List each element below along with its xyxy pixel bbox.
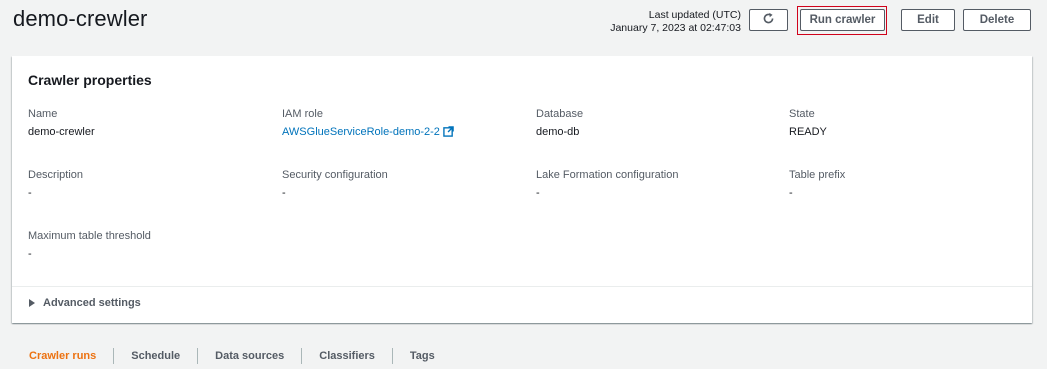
field-label: Database xyxy=(536,108,584,120)
field-security-configuration: Security configuration - xyxy=(282,168,388,201)
field-value: - xyxy=(28,187,32,199)
field-name: Name demo-crewler xyxy=(28,107,95,140)
field-description: Description - xyxy=(28,168,83,201)
field-value: - xyxy=(789,187,793,199)
field-label: Table prefix xyxy=(789,169,846,181)
tab-classifiers[interactable]: Classifiers xyxy=(302,350,392,362)
field-label: Lake Formation configuration xyxy=(536,169,679,181)
field-label: Description xyxy=(28,169,84,181)
field-value: - xyxy=(28,248,32,260)
iam-role-link[interactable]: AWSGlueServiceRole-demo-2-2 xyxy=(282,126,440,138)
divider xyxy=(12,286,1032,287)
field-table-prefix: Table prefix - xyxy=(789,168,845,201)
refresh-button[interactable] xyxy=(749,9,788,31)
advanced-settings-toggle[interactable]: Advanced settings xyxy=(29,297,141,309)
field-label: Security configuration xyxy=(282,169,388,181)
panel-title: Crawler properties xyxy=(28,72,152,88)
tab-data-sources[interactable]: Data sources xyxy=(198,350,301,362)
field-label: State xyxy=(789,108,815,120)
field-value: READY xyxy=(789,126,827,138)
field-label: Name xyxy=(28,108,58,120)
field-value: demo-crewler xyxy=(28,126,95,138)
field-database: Database demo-db xyxy=(536,107,583,140)
tab-crawler-runs[interactable]: Crawler runs xyxy=(13,350,113,362)
field-label: IAM role xyxy=(282,108,323,120)
last-updated-time: January 7, 2023 at 02:47:03 xyxy=(610,22,741,34)
external-link-icon[interactable] xyxy=(443,126,454,142)
last-updated-label: Last updated (UTC) xyxy=(648,9,741,21)
field-value: - xyxy=(282,187,286,199)
tab-tags[interactable]: Tags xyxy=(393,350,452,362)
run-crawler-button[interactable]: Run crawler xyxy=(800,9,885,31)
crawler-properties-panel: Crawler properties Name demo-crewler IAM… xyxy=(12,56,1032,323)
caret-right-icon xyxy=(29,299,35,307)
refresh-icon xyxy=(762,12,775,28)
field-value: demo-db xyxy=(536,126,580,138)
tab-schedule[interactable]: Schedule xyxy=(114,350,197,362)
edit-button[interactable]: Edit xyxy=(901,9,955,31)
field-lake-formation: Lake Formation configuration - xyxy=(536,168,678,201)
last-updated: Last updated (UTC) January 7, 2023 at 02… xyxy=(610,9,741,35)
page-title: demo-crewler xyxy=(13,6,148,31)
field-label: Maximum table threshold xyxy=(28,230,151,242)
advanced-settings-label: Advanced settings xyxy=(43,297,141,309)
field-max-table-threshold: Maximum table threshold - xyxy=(28,229,151,262)
delete-button[interactable]: Delete xyxy=(963,9,1031,31)
field-iam-role: IAM role AWSGlueServiceRole-demo-2-2 xyxy=(282,107,454,142)
field-value: - xyxy=(536,187,540,199)
tab-bar: Crawler runs Schedule Data sources Class… xyxy=(13,346,452,366)
field-state: State READY xyxy=(789,107,827,140)
